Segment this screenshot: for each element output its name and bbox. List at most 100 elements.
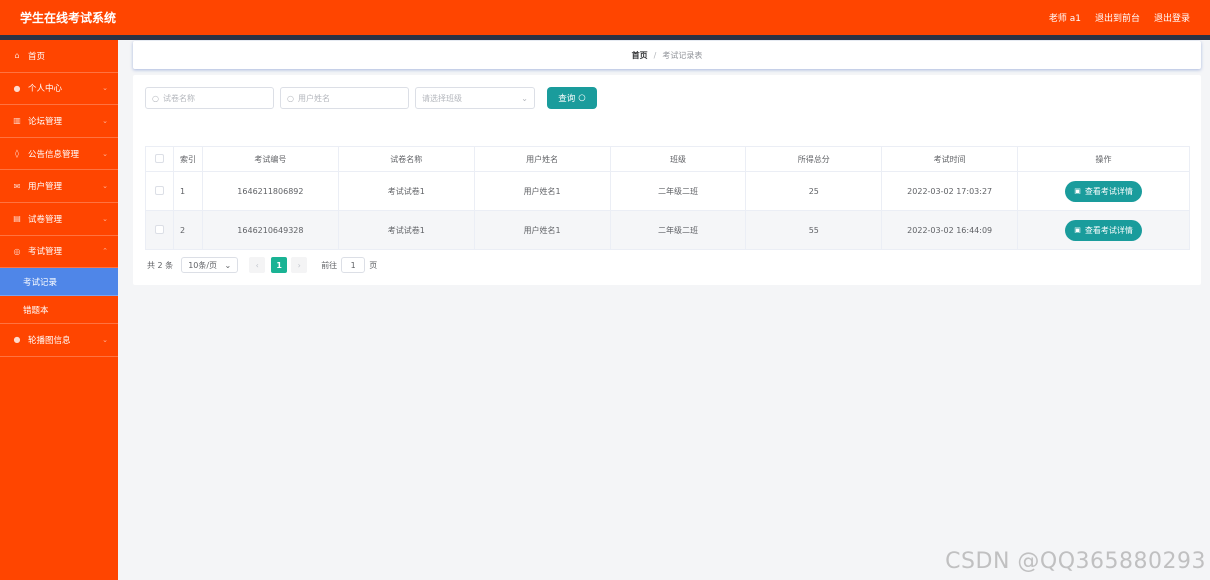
search-button[interactable]: 查询 ○ — [547, 87, 597, 109]
row-select-cell[interactable] — [145, 171, 174, 211]
table-header-row: 索引 考试编号 试卷名称 用户姓名 班级 所得总分 考试时间 操作 — [145, 146, 1190, 172]
paper-name: 考试试卷1 — [337, 171, 475, 211]
sidebar-item-users[interactable]: ✉ 用户管理 ⌄ — [0, 170, 118, 203]
sidebar-item-label: 考试管理 — [28, 247, 63, 258]
row-select-cell[interactable] — [145, 210, 174, 250]
sidebar-item-label: 个人中心 — [28, 84, 63, 95]
row-index: 1 — [172, 171, 203, 211]
logout-link[interactable]: 退出登录 — [1154, 11, 1190, 24]
page-size-value: 10条/页 — [188, 260, 218, 270]
sidebar-subitem-wrong-questions[interactable]: 错题本 — [0, 296, 118, 325]
watermark: CSDN @QQ365880293 — [945, 549, 1206, 574]
select-all-checkbox[interactable] — [154, 153, 164, 163]
sidebar-item-forum[interactable]: ▥ 论坛管理 ⌄ — [0, 105, 118, 138]
breadcrumb-home[interactable]: 首页 — [632, 50, 648, 61]
column-header: 所得总分 — [745, 146, 883, 172]
document-icon: ▣ — [1074, 187, 1081, 195]
chevron-right-icon: › — [297, 260, 301, 270]
column-header: 索引 — [172, 146, 203, 172]
sidebar-item-home[interactable]: ⌂ 首页 — [0, 40, 118, 73]
actions-cell: ▣ 查看考试详情 — [1017, 171, 1190, 211]
table-row: 2 1646210649328 考试试卷1 用户姓名1 二年级二班 55 202… — [145, 210, 1190, 250]
total-score: 25 — [745, 171, 883, 211]
table-row: 1 1646211806892 考试试卷1 用户姓名1 二年级二班 25 202… — [145, 171, 1190, 211]
class-select-placeholder: 请选择班级 — [422, 93, 462, 103]
breadcrumb-current: 考试记录表 — [662, 50, 703, 60]
class-select[interactable]: 请选择班级 ⌄ — [415, 87, 535, 109]
paper-name-field[interactable]: ○ — [145, 87, 274, 109]
sidebar: ⌂ 首页 ● 个人中心 ⌄ ▥ 论坛管理 ⌄ ◊ 公告信息管理 ⌄ ✉ 用户管理… — [0, 40, 118, 580]
exam-time: 2022-03-02 16:44:09 — [881, 210, 1019, 250]
exam-icon: ◎ — [13, 246, 21, 256]
view-exam-detail-button[interactable]: ▣ 查看考试详情 — [1065, 180, 1142, 202]
breadcrumb-separator: / — [653, 50, 657, 60]
document-icon: ▣ — [1074, 226, 1081, 234]
sidebar-item-label: 论坛管理 — [28, 116, 63, 127]
select-all-cell[interactable] — [145, 146, 174, 172]
view-exam-detail-label: 查看考试详情 — [1084, 186, 1133, 196]
sidebar-item-label: 公告信息管理 — [28, 149, 80, 160]
column-header: 操作 — [1017, 146, 1190, 172]
sidebar-subitem-label: 考试记录 — [23, 277, 58, 288]
page-suffix: 页 — [369, 260, 378, 270]
chevron-up-icon: ⌃ — [102, 247, 108, 256]
chevron-down-icon: ⌄ — [102, 182, 108, 191]
sidebar-item-label: 轮播图信息 — [28, 335, 71, 346]
paper-name-input[interactable] — [162, 93, 267, 103]
total-count: 共 2 条 — [147, 260, 174, 270]
user-name: 用户姓名1 — [473, 171, 611, 211]
exam-time: 2022-03-02 17:03:27 — [881, 171, 1019, 211]
sidebar-item-exams[interactable]: ◎ 考试管理 ⌃ — [0, 236, 118, 269]
app-title: 学生在线考试系统 — [20, 11, 117, 25]
exam-records-table: 索引 考试编号 试卷名称 用户姓名 班级 所得总分 考试时间 操作 1 1646… — [145, 146, 1190, 250]
view-exam-detail-button[interactable]: ▣ 查看考试详情 — [1065, 219, 1142, 241]
search-bar: ○ ○ 请选择班级 ⌄ 查询 ○ — [145, 87, 597, 109]
user-name: 用户姓名1 — [473, 210, 611, 250]
notice-icon: ◊ — [15, 149, 19, 159]
header-actions: 老师 a1 退出到前台 退出登录 — [1049, 11, 1190, 24]
total-score: 55 — [745, 210, 883, 250]
chevron-down-icon: ⌄ — [102, 214, 108, 223]
column-header: 考试时间 — [881, 146, 1019, 172]
breadcrumb: 首页 / 考试记录表 — [133, 41, 1201, 69]
row-checkbox[interactable] — [154, 224, 164, 234]
page-size-select[interactable]: 10条/页 ⌄ — [181, 257, 239, 273]
header-divider — [0, 35, 1210, 40]
sidebar-subitem-exam-records[interactable]: 考试记录 — [0, 268, 118, 297]
chevron-down-icon: ⌄ — [224, 260, 232, 270]
goto-page-input[interactable]: 1 — [341, 257, 366, 273]
user-name-field[interactable]: ○ — [280, 87, 409, 109]
column-header: 考试编号 — [201, 146, 339, 172]
mail-icon: ✉ — [13, 181, 21, 191]
sidebar-item-carousel[interactable]: ● 轮播图信息 ⌄ — [0, 324, 118, 357]
sidebar-item-papers[interactable]: ▤ 试卷管理 ⌄ — [0, 203, 118, 236]
search-button-label: 查询 — [558, 94, 576, 104]
search-icon: ○ — [578, 93, 586, 103]
exit-to-front-link[interactable]: 退出到前台 — [1095, 11, 1140, 24]
sidebar-item-notice[interactable]: ◊ 公告信息管理 ⌄ — [0, 138, 118, 171]
chevron-left-icon: ‹ — [255, 260, 259, 270]
chevron-down-icon: ⌄ — [102, 149, 108, 158]
top-header: 学生在线考试系统 老师 a1 退出到前台 退出登录 — [0, 0, 1210, 35]
page-number-button[interactable]: 1 — [271, 257, 288, 273]
column-header: 用户姓名 — [473, 146, 611, 172]
exam-number: 1646210649328 — [201, 210, 339, 250]
user-name-input[interactable] — [297, 93, 402, 103]
sidebar-item-label: 用户管理 — [28, 182, 63, 193]
prev-page-button[interactable]: ‹ — [249, 257, 266, 273]
paper-icon: ▤ — [13, 214, 21, 224]
location-icon: ● — [13, 335, 21, 345]
chevron-down-icon: ⌄ — [102, 116, 108, 125]
column-header: 班级 — [609, 146, 747, 172]
class-name: 二年级二班 — [609, 210, 747, 250]
chevron-down-icon: ⌄ — [102, 84, 108, 93]
sidebar-subitem-label: 错题本 — [23, 305, 49, 316]
view-exam-detail-label: 查看考试详情 — [1084, 225, 1133, 235]
sidebar-item-personal-center[interactable]: ● 个人中心 ⌄ — [0, 73, 118, 106]
user-icon: ● — [13, 83, 21, 93]
next-page-button[interactable]: › — [291, 257, 308, 273]
search-icon: ○ — [287, 93, 294, 103]
row-checkbox[interactable] — [154, 185, 164, 195]
search-icon: ○ — [152, 93, 159, 103]
content-card: ○ ○ 请选择班级 ⌄ 查询 ○ 索引 考试编号 试卷名称 用户姓名 班级 所得… — [133, 75, 1201, 285]
